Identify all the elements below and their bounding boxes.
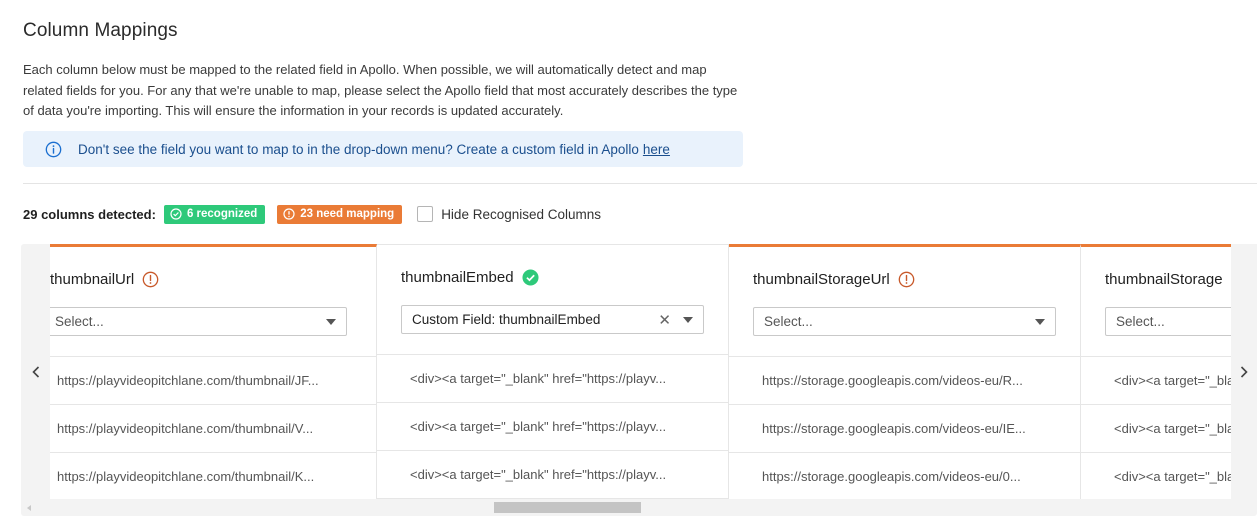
column-card: thumbnailStorage Select... <div><a targe…	[1081, 244, 1231, 499]
column-card: thumbnailStorageUrl Select... https://st…	[729, 244, 1081, 499]
dropdown-caret-icon	[683, 316, 693, 323]
table-cell: <div><a target="_blank"	[1081, 357, 1231, 405]
field-select[interactable]: Select...	[50, 307, 347, 336]
column-name: thumbnailStorage	[1105, 271, 1231, 288]
check-circle-icon	[170, 208, 182, 220]
select-value: Select...	[1116, 314, 1165, 329]
recognized-count: 6 recognized	[186, 208, 258, 220]
column-header: thumbnailStorage Select...	[1081, 247, 1231, 357]
horizontal-scrollbar[interactable]	[21, 499, 1257, 516]
column-name-text: thumbnailStorageUrl	[753, 271, 890, 288]
page-title: Column Mappings	[23, 20, 178, 41]
scroll-right-button[interactable]	[1231, 244, 1257, 499]
table-cell: <div><a target="_blank" href="https://pl…	[377, 451, 728, 499]
table-cell: https://playvideopitchlane.com/thumbnail…	[50, 357, 376, 405]
hide-recognised-label[interactable]: Hide Recognised Columns	[441, 207, 601, 222]
chevron-right-icon	[1240, 365, 1248, 378]
column-name: thumbnailUrl	[50, 271, 159, 288]
column-card: thumbnailEmbed Custom Field: thumbnailEm…	[377, 244, 729, 499]
column-header: thumbnailEmbed Custom Field: thumbnailEm…	[377, 245, 728, 355]
scroll-arrow-left-icon[interactable]	[27, 505, 31, 511]
scrollbar-thumb[interactable]	[494, 502, 641, 513]
field-select[interactable]: Select...	[1105, 307, 1231, 336]
column-card: thumbnailUrl Select... https://playvideo…	[50, 244, 377, 499]
status-row: 29 columns detected: 6 recognized 23 nee…	[23, 204, 601, 224]
scroll-left-button[interactable]	[21, 244, 50, 499]
need-mapping-badge[interactable]: 23 need mapping	[277, 204, 403, 224]
clear-icon[interactable]: ✕	[658, 311, 671, 329]
custom-field-banner: Don't see the field you want to map to i…	[23, 131, 743, 167]
column-header: thumbnailStorageUrl Select...	[729, 247, 1080, 357]
table-cell: https://storage.googleapis.com/videos-eu…	[729, 357, 1080, 405]
recognized-badge[interactable]: 6 recognized	[163, 204, 266, 224]
column-name-text: thumbnailUrl	[50, 271, 135, 288]
columns-detected-label: 29 columns detected:	[23, 206, 156, 222]
table-cell: https://playvideopitchlane.com/thumbnail…	[50, 453, 376, 499]
divider	[23, 183, 1257, 184]
select-value: Select...	[55, 314, 104, 329]
column-mapping-grid: thumbnailUrl Select... https://playvideo…	[21, 244, 1257, 516]
column-name: thumbnailEmbed	[401, 269, 539, 286]
table-cell: <div><a target="_blank" href="https://pl…	[377, 403, 728, 451]
field-select[interactable]: Select...	[753, 307, 1056, 336]
table-cell: <div><a target="_blank"	[1081, 405, 1231, 453]
field-select[interactable]: Custom Field: thumbnailEmbed ✕	[401, 305, 704, 334]
page-description: Each column below must be mapped to the …	[23, 62, 738, 118]
dropdown-caret-icon	[1035, 318, 1045, 325]
banner-text: Don't see the field you want to map to i…	[78, 141, 639, 157]
dropdown-caret-icon	[326, 318, 336, 325]
need-mapping-count: 23 need mapping	[300, 208, 395, 220]
table-cell: <div><a target="_blank" href="https://pl…	[377, 355, 728, 403]
hide-recognised-checkbox[interactable]	[417, 206, 434, 222]
table-cell: https://storage.googleapis.com/videos-eu…	[729, 453, 1080, 499]
check-circle-icon	[522, 269, 539, 286]
column-name-text: thumbnailEmbed	[401, 269, 514, 286]
warning-icon	[142, 271, 159, 288]
select-value: Custom Field: thumbnailEmbed	[412, 312, 601, 327]
create-custom-field-link[interactable]: here	[643, 142, 670, 157]
table-cell: https://playvideopitchlane.com/thumbnail…	[50, 405, 376, 453]
chevron-left-icon	[31, 365, 39, 378]
info-icon	[45, 141, 62, 157]
columns-viewport: thumbnailUrl Select... https://playvideo…	[50, 244, 1231, 499]
column-name: thumbnailStorageUrl	[753, 271, 915, 288]
select-value: Select...	[764, 314, 813, 329]
alert-circle-icon	[283, 208, 295, 220]
table-cell: https://storage.googleapis.com/videos-eu…	[729, 405, 1080, 453]
column-name-text: thumbnailStorage	[1105, 271, 1223, 288]
column-header: thumbnailUrl Select...	[50, 247, 376, 357]
table-cell: <div><a target="_blank"	[1081, 453, 1231, 499]
warning-icon	[898, 271, 915, 288]
